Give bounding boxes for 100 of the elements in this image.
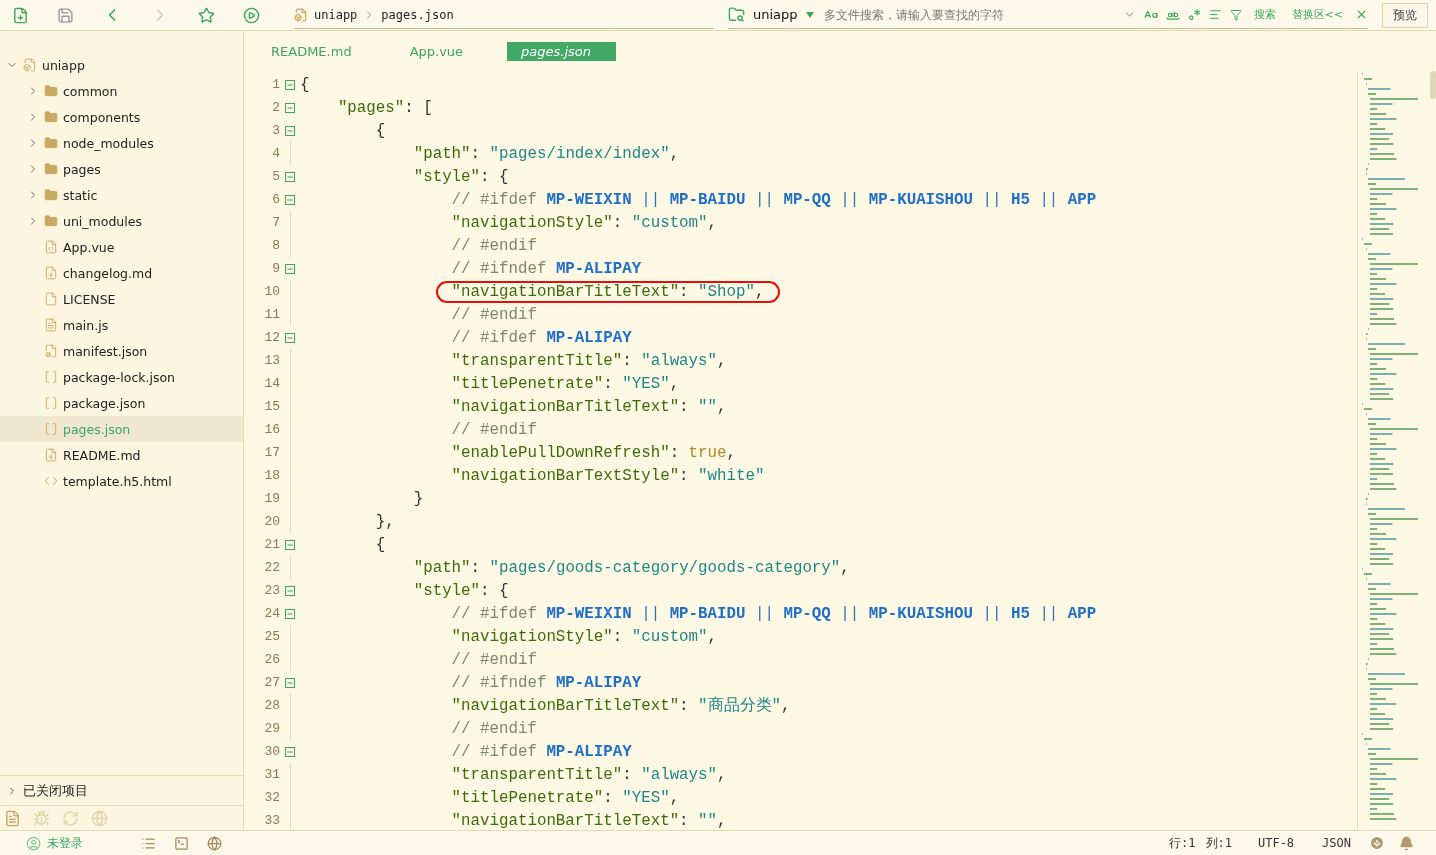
fold-icon[interactable] xyxy=(285,102,295,113)
scrollbar-thumb[interactable] xyxy=(1430,71,1436,99)
line-number: 19 xyxy=(263,491,280,506)
code-punct: : xyxy=(612,627,624,646)
download-icon[interactable] xyxy=(1369,835,1385,851)
search-field[interactable]: 多文件搜索，请输入要查找的字符 xyxy=(821,6,1115,23)
code-punct: { xyxy=(375,121,386,140)
code-string: "pages/index/index" xyxy=(489,144,670,163)
code-key: "titlePenetrate" xyxy=(451,374,604,393)
code-punct: , xyxy=(669,374,680,393)
lines-icon[interactable] xyxy=(1208,8,1222,21)
fold-icon[interactable] xyxy=(285,79,295,90)
code-operator: || xyxy=(981,604,1003,623)
preview-button[interactable]: 预览 xyxy=(1382,2,1428,28)
fold-icon[interactable] xyxy=(285,677,295,688)
line-number: 14 xyxy=(263,376,280,391)
code-key: "navigationBarTitleText" xyxy=(451,696,680,715)
tree-item[interactable]: LICENSE xyxy=(0,286,243,312)
encoding-label[interactable]: UTF-8 xyxy=(1257,836,1295,850)
fold-icon[interactable] xyxy=(285,125,295,136)
search-project[interactable]: uniapp xyxy=(753,7,798,22)
tree-item[interactable]: node_modules xyxy=(0,130,243,156)
code-comment: // #endif xyxy=(451,719,537,738)
code-operator: || xyxy=(753,604,775,623)
line-number: 8 xyxy=(271,238,280,253)
tree-item[interactable]: README.md xyxy=(0,442,243,468)
tree-item[interactable]: static xyxy=(0,182,243,208)
code-string: "custom" xyxy=(631,627,708,646)
save-icon[interactable] xyxy=(57,6,74,24)
markdown-icon xyxy=(44,266,58,280)
dropdown-caret-icon[interactable] xyxy=(805,11,814,18)
code-punct: , xyxy=(717,765,727,784)
line-number: 13 xyxy=(263,353,280,368)
code-comment: // #ifdef xyxy=(451,190,538,209)
file-icon[interactable] xyxy=(4,809,21,827)
globe-icon[interactable] xyxy=(207,835,222,851)
file-icon xyxy=(44,292,58,306)
code-key: "style" xyxy=(413,581,481,600)
project-icon xyxy=(23,58,37,72)
code-key: "navigationStyle" xyxy=(451,627,613,646)
code-punct: : xyxy=(470,144,482,163)
code-string: "YES" xyxy=(622,788,670,807)
tree-item[interactable]: main.js xyxy=(0,312,243,338)
code-directive: H5 xyxy=(1010,604,1030,623)
fold-icon[interactable] xyxy=(285,171,295,182)
tree-item[interactable]: common xyxy=(0,78,243,104)
breadcrumb-item[interactable]: uniapp xyxy=(314,7,358,22)
tree-item[interactable]: components xyxy=(0,104,243,130)
cursor-position: 列:1 xyxy=(1205,834,1232,852)
line-number: 30 xyxy=(263,744,280,759)
code-icon xyxy=(44,474,58,488)
code-punct: , xyxy=(669,788,680,807)
code-operator: || xyxy=(1038,604,1060,623)
code-punct: : xyxy=(679,282,690,301)
list-icon[interactable] xyxy=(141,835,156,851)
tree-item[interactable]: uniapp xyxy=(0,52,243,78)
tree-item[interactable]: package.json xyxy=(0,390,243,416)
code-punct: , xyxy=(717,811,727,830)
code-operator: || xyxy=(839,604,861,623)
tree-item[interactable]: manifest.json xyxy=(0,338,243,364)
project-icon xyxy=(294,7,308,22)
tree-item[interactable]: template.h5.html xyxy=(0,468,243,494)
code-operator: || xyxy=(753,190,775,209)
line-number: 1 xyxy=(271,77,280,92)
close-icon[interactable] xyxy=(1355,8,1368,21)
closed-projects-item[interactable]: 已关闭项目 xyxy=(0,775,243,805)
terminal-icon[interactable] xyxy=(174,835,189,851)
fold-icon[interactable] xyxy=(285,539,295,550)
tree-item[interactable]: package-lock.json xyxy=(0,364,243,390)
fold-icon[interactable] xyxy=(285,332,295,343)
fold-icon[interactable] xyxy=(285,194,295,205)
folder-icon xyxy=(44,214,58,228)
fold-icon[interactable] xyxy=(285,746,295,757)
new-file-icon[interactable] xyxy=(12,6,29,24)
language-label[interactable]: JSON xyxy=(1322,836,1351,850)
fold-icon[interactable] xyxy=(285,263,295,274)
tree-item[interactable]: pages xyxy=(0,156,243,182)
bell-icon[interactable] xyxy=(1399,835,1414,851)
tree-item[interactable]: changelog.md xyxy=(0,260,243,286)
filter-icon[interactable] xyxy=(1229,8,1242,21)
tree-item[interactable]: App.vue xyxy=(0,234,243,260)
code-punct: : xyxy=(679,397,690,416)
folder-search-icon xyxy=(728,6,745,23)
code-directive: APP xyxy=(1067,604,1097,623)
code-key: "transparentTitle" xyxy=(451,351,623,370)
fold-icon[interactable] xyxy=(285,608,295,619)
code-comment: // #ifdef xyxy=(451,742,538,761)
folder-icon xyxy=(44,110,58,124)
regex-icon[interactable] xyxy=(1187,8,1201,21)
tree-item[interactable]: uni_modules xyxy=(0,208,243,234)
fold-icon[interactable] xyxy=(285,585,295,596)
line-number: 3 xyxy=(271,123,280,138)
play-icon[interactable] xyxy=(243,6,260,24)
cursor-position: 行:1 xyxy=(1169,834,1196,852)
line-number: 33 xyxy=(263,813,280,828)
breadcrumb-item[interactable]: pages.json xyxy=(381,7,454,22)
code-key: "navigationBarTitleText" xyxy=(451,282,680,301)
code-directive: MP-ALIPAY xyxy=(546,742,632,761)
brackets-icon xyxy=(44,422,58,436)
star-icon[interactable] xyxy=(198,6,215,24)
